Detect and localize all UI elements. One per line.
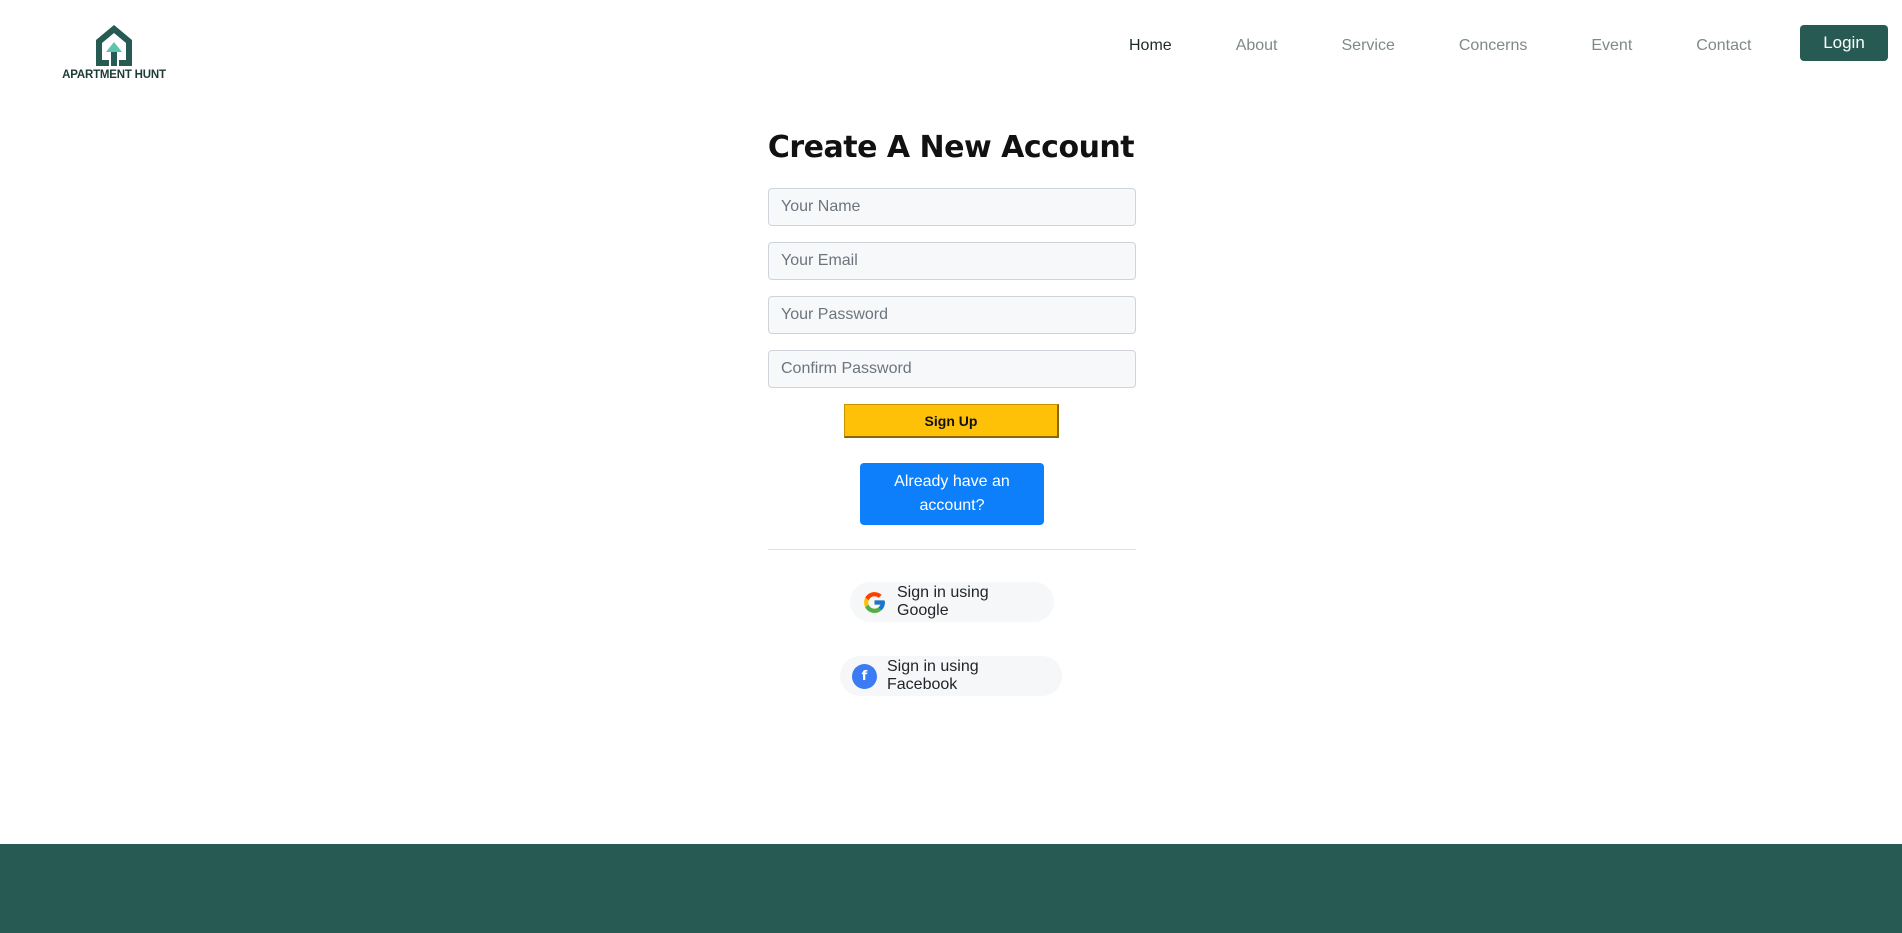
main-nav: Home About Service Concerns Event Contac… [1129,36,1751,56]
footer [0,844,1902,933]
google-sign-in-label: Sign in using Google [897,584,989,619]
nav-about[interactable]: About [1236,36,1278,56]
house-logo-icon [96,25,132,66]
nav-event[interactable]: Event [1591,36,1632,56]
google-sign-in-button[interactable]: Sign in using Google [850,582,1054,622]
password-input[interactable] [768,296,1136,334]
google-icon [862,590,887,615]
nav-service[interactable]: Service [1342,36,1395,56]
sign-up-button[interactable]: Sign Up [844,404,1059,438]
confirm-password-input[interactable] [768,350,1136,388]
brand-name: APARTMENT HUNT [62,69,166,81]
facebook-sign-in-label: Sign in using Facebook [887,658,979,693]
already-have-account-button[interactable]: Already have an account? [860,463,1044,525]
nav-home[interactable]: Home [1129,36,1172,56]
facebook-sign-in-button[interactable]: f Sign in using Facebook [840,656,1062,696]
page-title: Create A New Account [767,130,1135,165]
login-button[interactable]: Login [1800,25,1888,61]
name-input[interactable] [768,188,1136,226]
email-input[interactable] [768,242,1136,280]
nav-contact[interactable]: Contact [1696,36,1751,56]
logo[interactable]: APARTMENT HUNT [62,22,166,81]
nav-concerns[interactable]: Concerns [1459,36,1527,56]
divider [768,549,1136,550]
facebook-icon: f [852,663,877,689]
